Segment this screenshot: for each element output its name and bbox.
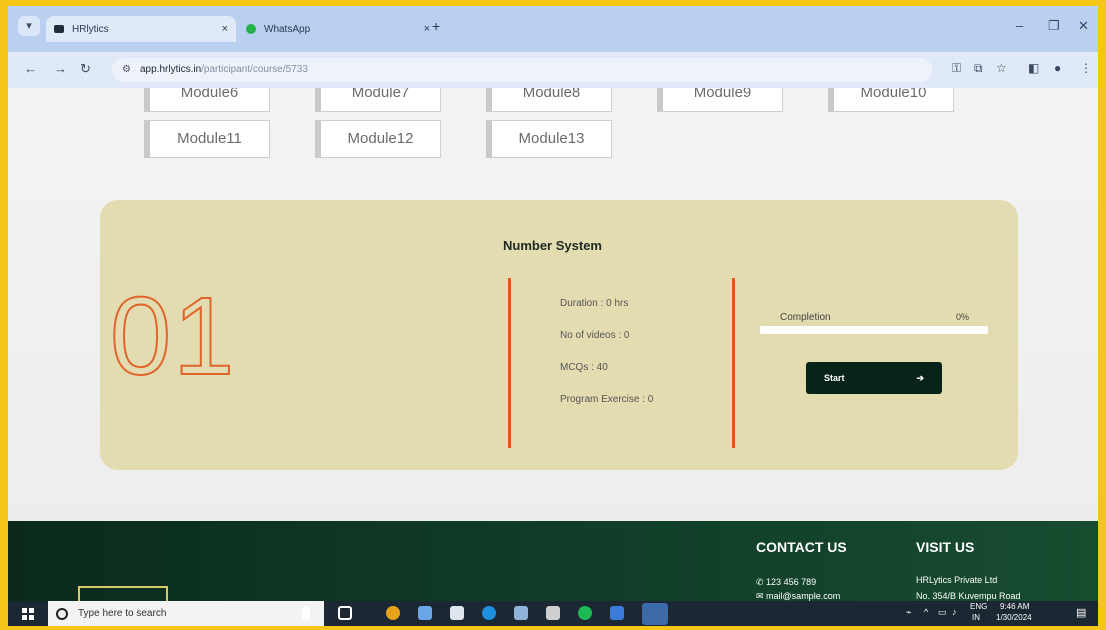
taskbar-search-input[interactable]: Type here to search <box>48 601 324 626</box>
mail-icon: ✉ <box>756 591 767 601</box>
screen-frame: ▾ HRlytics × WhatsApp × + – ❐ ✕ ← → ↻ ⚙ … <box>8 6 1098 626</box>
module-button[interactable]: Module8 <box>486 88 612 112</box>
completion-progress-bar <box>760 326 988 334</box>
reload-icon[interactable]: ↻ <box>80 61 91 77</box>
battery-icon[interactable]: ▭ <box>938 607 947 618</box>
module-button[interactable]: Module13 <box>486 120 612 158</box>
module-button[interactable]: Module12 <box>315 120 441 158</box>
tab-close-icon[interactable]: × <box>222 23 228 35</box>
mcqs-stat: MCQs : 40 <box>560 362 608 373</box>
forward-icon[interactable]: → <box>54 61 67 76</box>
start-button[interactable]: Start ➔ <box>806 362 942 394</box>
url-path: /participant/course/5733 <box>201 64 308 75</box>
search-placeholder: Type here to search <box>78 608 167 619</box>
browser-address-bar: ← → ↻ ⚙ app.hrlytics.in/participant/cour… <box>8 52 1098 88</box>
language-code[interactable]: ENG <box>970 602 987 611</box>
password-key-icon[interactable]: ⚿ <box>952 61 961 76</box>
minimize-icon[interactable]: – <box>1016 18 1023 33</box>
app-icon[interactable] <box>610 606 624 620</box>
module-button[interactable]: Module9 <box>657 88 783 112</box>
company-address: No. 354/B Kuvempu Road <box>916 591 1021 601</box>
menu-icon[interactable]: ⋮ <box>1080 61 1092 75</box>
spotify-icon[interactable] <box>578 606 592 620</box>
browser-tab-bar: ▾ HRlytics × WhatsApp × + – ❐ ✕ <box>8 6 1098 52</box>
network-icon[interactable]: ⌁ <box>906 607 911 618</box>
duration-stat: Duration : 0 hrs <box>560 298 629 309</box>
store-icon[interactable] <box>450 606 464 620</box>
clock-date[interactable]: 1/30/2024 <box>996 613 1032 622</box>
footer-logo <box>78 586 168 601</box>
visit-heading: VISIT US <box>916 539 975 555</box>
company-name: HRLytics Private Ltd <box>916 575 998 585</box>
arrow-right-icon: ➔ <box>916 372 924 383</box>
hrlytics-favicon-icon <box>54 25 64 33</box>
module-title: Number System <box>503 238 602 253</box>
volume-icon[interactable]: ♪ <box>952 607 957 617</box>
search-icon <box>56 607 68 620</box>
videos-stat: No of videos : 0 <box>560 330 630 341</box>
program-exercise-stat: Program Exercise : 0 <box>560 394 654 405</box>
phone-icon: ✆ <box>756 577 767 587</box>
app-icon[interactable] <box>546 606 560 620</box>
windows-taskbar: Type here to search ⌁ ^ ▭ ♪ ENG IN 9:46 … <box>8 601 1098 626</box>
active-app-icon[interactable] <box>642 603 668 625</box>
tab-close-icon[interactable]: × <box>424 23 430 35</box>
bookmark-star-icon[interactable]: ☆ <box>996 61 1007 75</box>
contact-phone[interactable]: ✆ 123 456 789 <box>756 577 816 588</box>
clock-time[interactable]: 9:46 AM <box>1000 602 1029 611</box>
restore-icon[interactable]: ❐ <box>1048 18 1060 34</box>
notifications-icon[interactable]: ▤ <box>1076 606 1086 619</box>
app-icon[interactable] <box>514 606 528 620</box>
site-info-icon[interactable]: ⚙ <box>122 58 131 82</box>
tab-hrlytics[interactable]: HRlytics × <box>46 16 236 42</box>
module-button[interactable]: Module11 <box>144 120 270 158</box>
whatsapp-favicon-icon <box>246 24 256 34</box>
module-card: 01 Number System Duration : 0 hrs No of … <box>100 200 1018 470</box>
back-icon[interactable]: ← <box>24 61 37 76</box>
tab-search-button[interactable]: ▾ <box>18 16 40 36</box>
divider <box>508 278 511 448</box>
tab-whatsapp[interactable]: WhatsApp × <box>238 16 438 42</box>
completion-label: Completion <box>780 312 831 323</box>
profile-icon[interactable]: ● <box>1054 61 1061 75</box>
start-label: Start <box>824 373 845 383</box>
windows-start-icon[interactable] <box>22 608 34 620</box>
task-view-icon[interactable] <box>338 606 352 620</box>
module-button[interactable]: Module6 <box>144 88 270 112</box>
install-app-icon[interactable]: ⧉ <box>974 61 983 76</box>
url-host: app.hrlytics.in <box>140 64 202 75</box>
email-address: mail@sample.com <box>766 591 841 601</box>
phone-number: 123 456 789 <box>766 577 817 587</box>
site-footer: CONTACT US ✆ 123 456 789 ✉ mail@sample.c… <box>8 521 1098 601</box>
chrome-icon[interactable] <box>386 606 400 620</box>
tab-label: HRlytics <box>72 23 109 35</box>
file-explorer-icon[interactable] <box>418 606 432 620</box>
tab-label: WhatsApp <box>264 23 311 35</box>
contact-email[interactable]: ✉ mail@sample.com <box>756 591 840 601</box>
module-number: 01 <box>109 275 237 398</box>
side-panel-icon[interactable]: ◧ <box>1028 61 1039 75</box>
new-tab-icon[interactable]: + <box>432 18 440 34</box>
module-button[interactable]: Module10 <box>828 88 954 112</box>
tray-chevron-icon[interactable]: ^ <box>924 607 928 617</box>
completion-percent: 0% <box>956 312 970 322</box>
url-field[interactable]: ⚙ app.hrlytics.in/participant/course/573… <box>112 58 932 82</box>
microphone-icon[interactable] <box>302 606 310 620</box>
divider <box>732 278 735 448</box>
edge-icon[interactable] <box>482 606 496 620</box>
module-button[interactable]: Module7 <box>315 88 441 112</box>
course-page: Module6 Module7 Module8 Module9 Module10… <box>8 88 1098 601</box>
region-code[interactable]: IN <box>972 613 980 622</box>
close-window-icon[interactable]: ✕ <box>1078 18 1089 34</box>
contact-heading: CONTACT US <box>756 539 847 555</box>
